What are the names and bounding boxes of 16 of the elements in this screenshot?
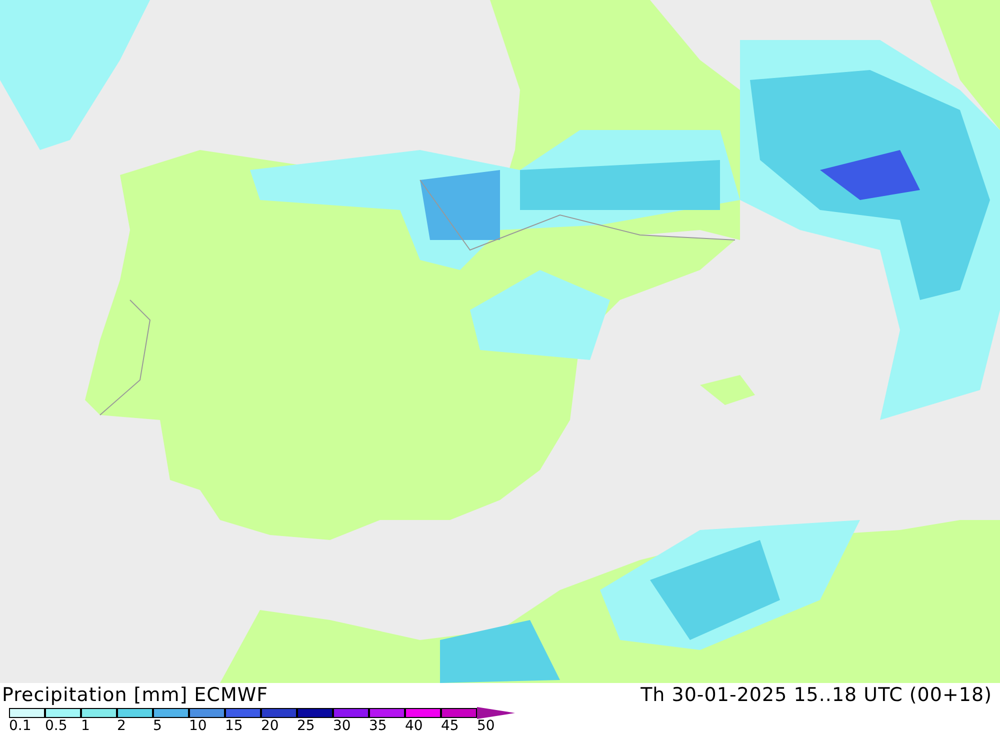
scale-label: 35 xyxy=(369,719,387,733)
valid-time: Th 30-01-2025 15..18 UTC (00+18) xyxy=(640,684,992,706)
scale-label: 25 xyxy=(297,719,315,733)
scale-label: 15 xyxy=(225,719,243,733)
scale-label: 50 xyxy=(477,719,495,733)
scale-label: 5 xyxy=(153,719,162,733)
scale-label: 0.5 xyxy=(45,719,68,733)
scale-label: 20 xyxy=(261,719,279,733)
scale-label: 0.1 xyxy=(9,719,32,733)
scale-label: 30 xyxy=(333,719,351,733)
scale-label: 1 xyxy=(81,719,90,733)
map-title: Precipitation [mm] ECMWF xyxy=(2,684,268,706)
scale-label: 10 xyxy=(189,719,207,733)
scale-label: 2 xyxy=(117,719,126,733)
scale-label: 40 xyxy=(405,719,423,733)
scale-label: 45 xyxy=(441,719,459,733)
